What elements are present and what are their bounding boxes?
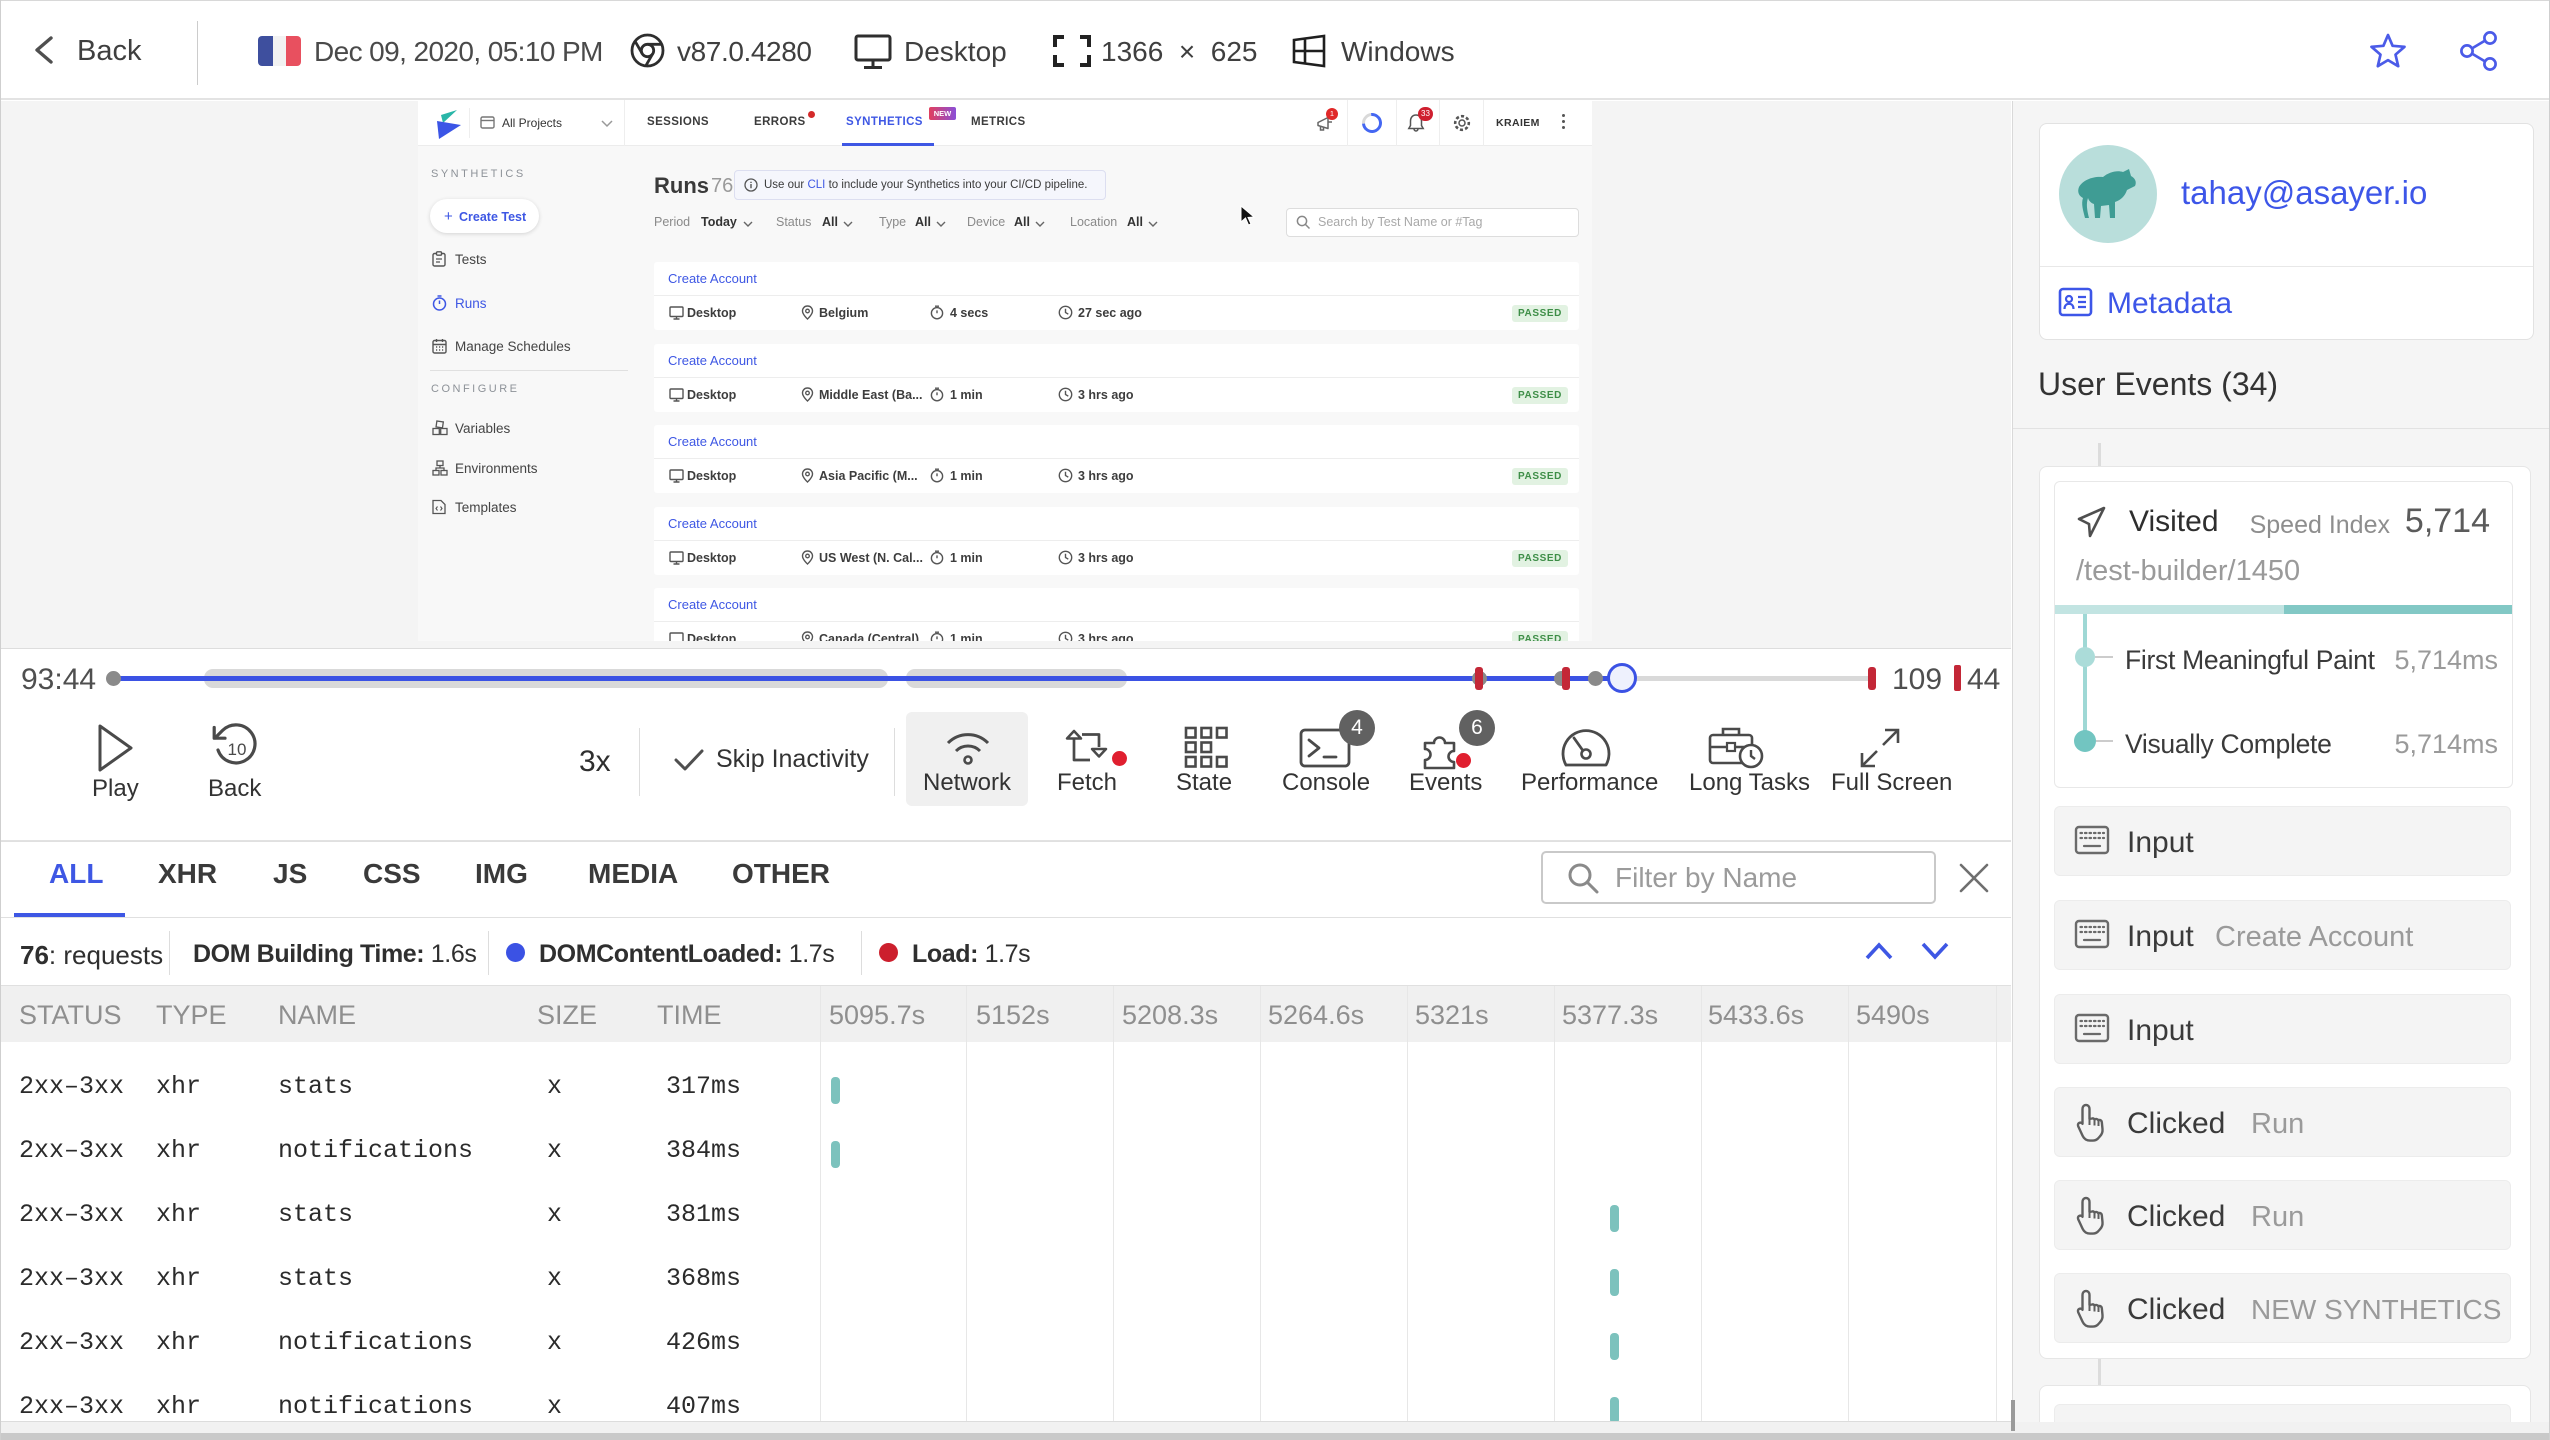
svg-text:10: 10 [228, 740, 247, 759]
